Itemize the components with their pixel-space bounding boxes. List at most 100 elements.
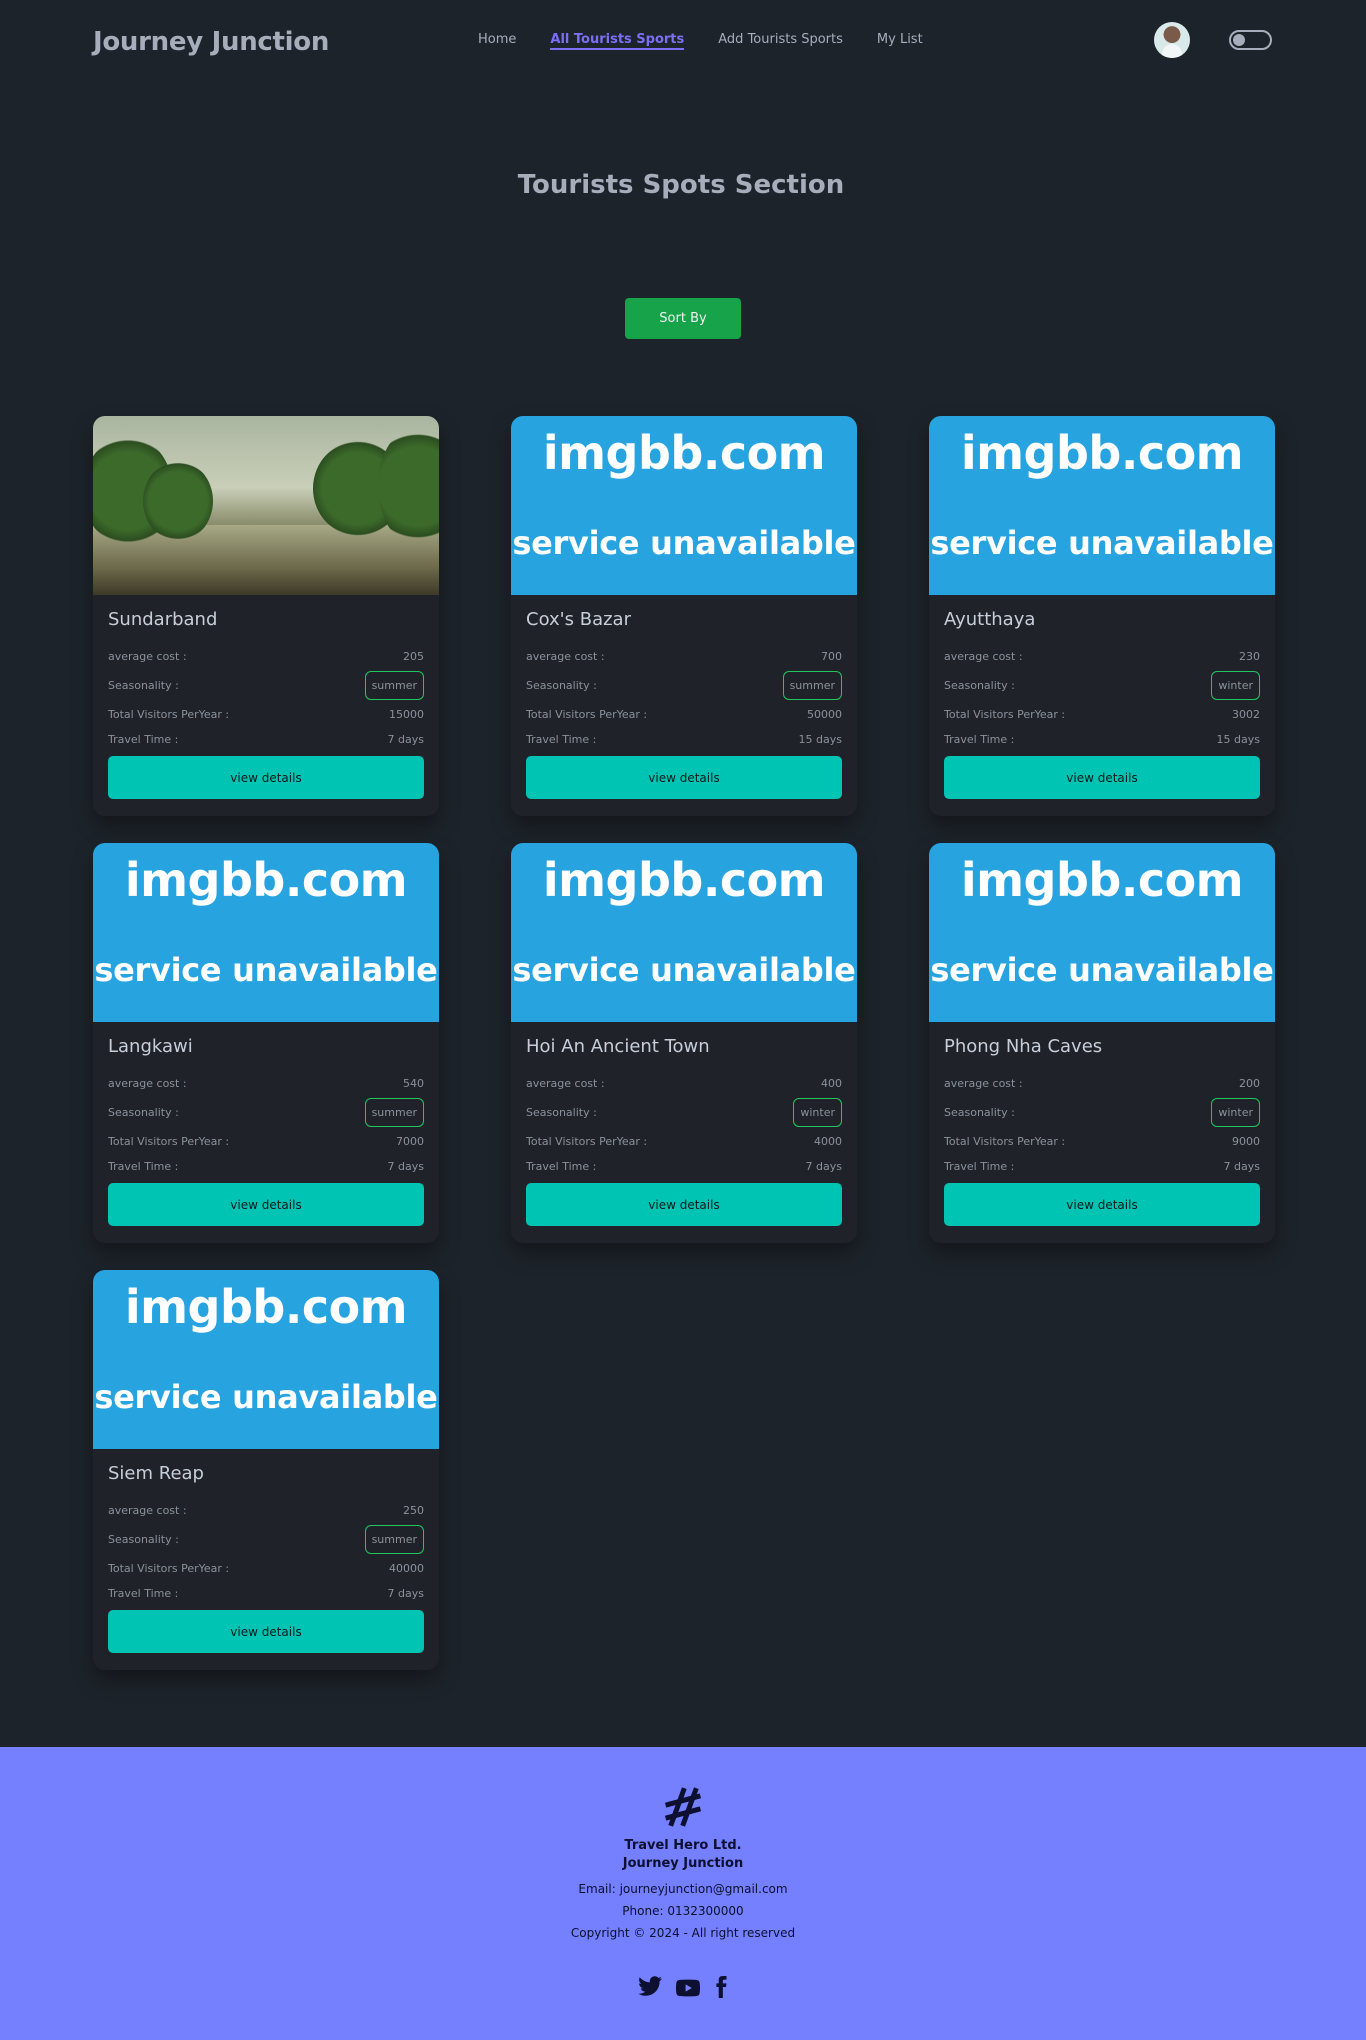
season-label: Seasonality : [526, 1106, 597, 1119]
cost-label: average cost : [108, 650, 187, 663]
time-row: Travel Time : 15 days [944, 727, 1260, 752]
cost-label: average cost : [526, 650, 605, 663]
twitter-icon[interactable] [638, 1976, 662, 2002]
time-value: 7 days [387, 733, 424, 746]
visitors-value: 7000 [396, 1135, 424, 1148]
nav-links: Home All Tourists Sports Add Tourists Sp… [478, 32, 957, 50]
spot-image: imgbb.com service unavailable [511, 843, 857, 1022]
placeholder-line2: service unavailable [930, 524, 1274, 562]
season-badge: summer [364, 671, 424, 700]
theme-toggle[interactable] [1229, 30, 1272, 50]
cost-label: average cost : [108, 1077, 187, 1090]
spot-card: imgbb.com service unavailable Siem Reap ave… [93, 1270, 439, 1670]
time-row: Travel Time : 7 days [108, 727, 424, 752]
visitors-row: Total Visitors PerYear : 50000 [526, 702, 842, 727]
placeholder-line1: imgbb.com [542, 853, 826, 907]
card-body: Phong Nha Caves average cost : 200 Seasonal… [929, 1022, 1275, 1226]
time-value: 15 days [1216, 733, 1260, 746]
toggle-knob [1233, 34, 1245, 46]
visitors-label: Total Visitors PerYear : [526, 708, 648, 721]
visitors-value: 50000 [807, 708, 842, 721]
placeholder-line2: service unavailable [94, 951, 438, 989]
view-details-button[interactable]: view details [526, 1183, 842, 1226]
nav-my-list[interactable]: My List [877, 32, 923, 50]
time-value: 7 days [387, 1587, 424, 1600]
season-badge: summer [364, 1098, 424, 1127]
spot-name: Siem Reap [108, 1463, 204, 1484]
view-details-button[interactable]: view details [526, 756, 842, 799]
season-label: Seasonality : [108, 1106, 179, 1119]
cost-value: 700 [821, 650, 842, 663]
spot-image: imgbb.com service unavailable [93, 843, 439, 1022]
cost-value: 400 [821, 1077, 842, 1090]
season-row: Seasonality : summer [526, 669, 842, 702]
cost-row: average cost : 230 [944, 644, 1260, 669]
season-badge: summer [364, 1525, 424, 1554]
placeholder-line2: service unavailable [94, 1378, 438, 1416]
time-row: Travel Time : 15 days [526, 727, 842, 752]
footer: Travel Hero Ltd. Journey Junction Email:… [0, 1747, 1366, 2040]
nav-add-tourists-sports[interactable]: Add Tourists Sports [718, 32, 843, 50]
time-label: Travel Time : [944, 1160, 1015, 1173]
time-value: 7 days [1223, 1160, 1260, 1173]
cost-value: 230 [1239, 650, 1260, 663]
view-details-button[interactable]: view details [108, 1183, 424, 1226]
cost-row: average cost : 205 [108, 644, 424, 669]
view-details-button[interactable]: view details [944, 756, 1260, 799]
spot-name: Cox's Bazar [526, 609, 631, 630]
facebook-icon[interactable] [714, 1976, 728, 2002]
visitors-value: 9000 [1232, 1135, 1260, 1148]
youtube-icon[interactable] [676, 1976, 700, 2002]
season-row: Seasonality : winter [526, 1096, 842, 1129]
view-details-button[interactable]: view details [108, 756, 424, 799]
placeholder-line1: imgbb.com [124, 1280, 408, 1334]
placeholder-line1: imgbb.com [124, 853, 408, 907]
visitors-label: Total Visitors PerYear : [944, 708, 1066, 721]
visitors-row: Total Visitors PerYear : 7000 [108, 1129, 424, 1154]
visitors-label: Total Visitors PerYear : [526, 1135, 648, 1148]
cost-row: average cost : 250 [108, 1498, 424, 1523]
user-avatar[interactable] [1154, 22, 1190, 58]
time-value: 7 days [387, 1160, 424, 1173]
navbar: Journey Junction Home All Tourists Sport… [0, 0, 1366, 84]
section-title: Tourists Spots Section [517, 170, 845, 200]
cost-row: average cost : 200 [944, 1071, 1260, 1096]
brand-logo[interactable]: Journey Junction [93, 27, 329, 57]
spot-name: Phong Nha Caves [944, 1036, 1103, 1057]
visitors-row: Total Visitors PerYear : 9000 [944, 1129, 1260, 1154]
visitors-row: Total Visitors PerYear : 4000 [526, 1129, 842, 1154]
season-label: Seasonality : [108, 1533, 179, 1546]
view-details-button[interactable]: view details [944, 1183, 1260, 1226]
footer-email: Email: journeyjunction@gmail.com [578, 1882, 788, 1896]
footer-company: Travel Hero Ltd. [624, 1838, 742, 1853]
visitors-label: Total Visitors PerYear : [108, 708, 230, 721]
spot-name: Hoi An Ancient Town [526, 1036, 710, 1057]
cost-value: 200 [1239, 1077, 1260, 1090]
placeholder-line2: service unavailable [930, 951, 1274, 989]
visitors-label: Total Visitors PerYear : [108, 1562, 230, 1575]
visitors-row: Total Visitors PerYear : 15000 [108, 702, 424, 727]
cost-value: 250 [403, 1504, 424, 1517]
cost-row: average cost : 540 [108, 1071, 424, 1096]
visitors-row: Total Visitors PerYear : 3002 [944, 702, 1260, 727]
season-label: Seasonality : [944, 679, 1015, 692]
season-badge: winter [1211, 1098, 1260, 1127]
time-label: Travel Time : [108, 1587, 179, 1600]
visitors-value: 3002 [1232, 708, 1260, 721]
spot-image: imgbb.com service unavailable [511, 416, 857, 595]
nav-all-tourists-sports[interactable]: All Tourists Sports [550, 32, 685, 50]
spot-card: imgbb.com service unavailable Phong Nha Ca… [929, 843, 1275, 1243]
sort-by-button[interactable]: Sort By [625, 298, 741, 339]
view-details-button[interactable]: view details [108, 1610, 424, 1653]
time-value: 15 days [798, 733, 842, 746]
spot-image: imgbb.com service unavailable [929, 843, 1275, 1022]
visitors-label: Total Visitors PerYear : [944, 1135, 1066, 1148]
spot-card: imgbb.com service unavailable Langkawi aver… [93, 843, 439, 1243]
spot-name: Sundarband [108, 609, 218, 630]
nav-home[interactable]: Home [478, 32, 516, 50]
card-body: Siem Reap average cost : 250 Seasonality : s… [93, 1449, 439, 1653]
visitors-value: 4000 [814, 1135, 842, 1148]
spot-card: imgbb.com service unavailable Cox's Bazar a… [511, 416, 857, 816]
season-badge: summer [782, 671, 842, 700]
footer-brand: Journey Junction [622, 1856, 744, 1871]
